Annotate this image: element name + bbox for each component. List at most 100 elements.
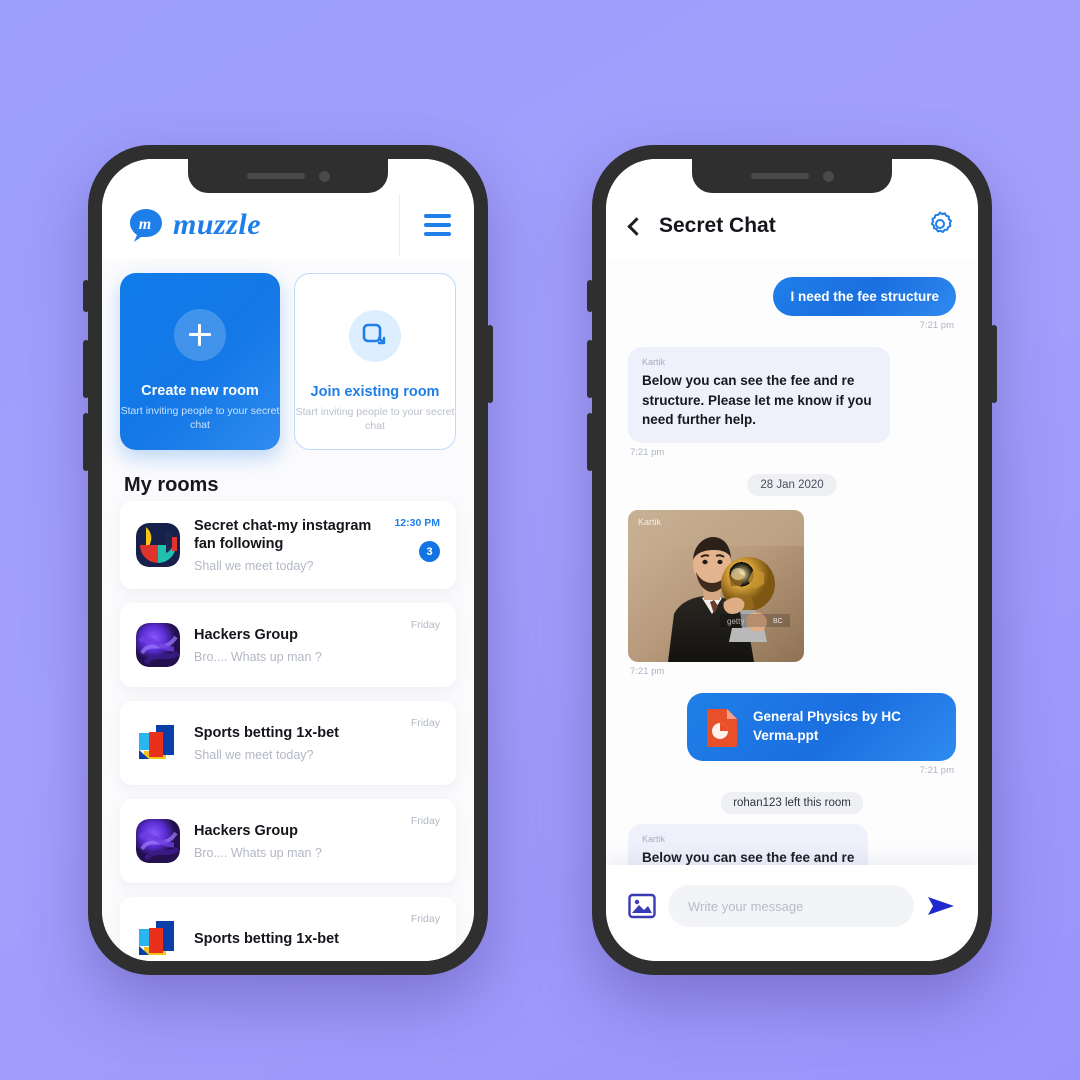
date-divider-label: 28 Jan 2020: [747, 473, 837, 496]
phone-right-mute-button[interactable]: [587, 280, 593, 312]
room-meta: Friday: [411, 913, 440, 925]
left-screen: m muzzle Create new room Start inviting …: [102, 159, 474, 961]
room-list-item[interactable]: Hackers Group Bro.... Whats up man ? Fri…: [120, 799, 456, 884]
avatar-geometric-multicolor: [136, 523, 180, 568]
phone-left-power-button[interactable]: [487, 325, 493, 403]
avatar-purple-swirl: [136, 623, 180, 668]
message-sender: Kartik: [642, 357, 666, 367]
man-holding-golden-trophy[interactable]: Kartik getty BC: [628, 509, 804, 662]
message-sender: Kartik: [638, 516, 662, 527]
room-meta: Friday: [411, 717, 440, 729]
room-item-content: Secret chat-my instagram fan following S…: [194, 517, 380, 573]
right-screen: Secret Chat I need the fee structure 7:2…: [606, 159, 978, 961]
message-timestamp: 7:21 pm: [630, 446, 665, 458]
room-item-content: Sports betting 1x-bet: [194, 930, 397, 948]
powerpoint-file-icon: [705, 707, 739, 747]
file-attachment[interactable]: General Physics by HC Verma.ppt: [687, 692, 956, 761]
muzzle-speech-bubble-logo: m: [128, 207, 164, 243]
svg-text:m: m: [139, 216, 151, 233]
create-new-room-card[interactable]: Create new room Start inviting people to…: [120, 273, 280, 450]
message-bubble[interactable]: I need the fee structure: [773, 277, 956, 316]
avatar-purple-swirl: [136, 819, 180, 864]
gear-icon[interactable]: [926, 210, 954, 243]
rooms-screen-body: Create new room Start inviting people to…: [102, 259, 474, 961]
phone-left-volume-down-button[interactable]: [83, 413, 89, 471]
message-sender: Kartik: [642, 833, 666, 844]
message-timestamp: 7:21 pm: [919, 764, 954, 776]
page-title: My rooms: [124, 474, 219, 496]
phone-right-volume-up-button[interactable]: [587, 340, 593, 398]
front-camera-icon: [318, 170, 330, 182]
room-item-content: Hackers Group Bro.... Whats up man ?: [194, 822, 397, 860]
join-room-title: Join existing room: [310, 384, 440, 400]
room-last-message: Bro.... Whats up man ?: [194, 846, 322, 861]
back-chevron-icon[interactable]: [627, 216, 646, 236]
room-list-item[interactable]: Sports betting 1x-bet Friday: [120, 897, 456, 961]
room-name: Secret chat-my instagram fan following: [194, 518, 372, 553]
send-arrow-icon[interactable]: [926, 893, 956, 919]
room-meta: Friday: [411, 619, 440, 631]
front-camera-icon: [822, 170, 834, 182]
message-text: Below you can see the fee and re structu…: [642, 373, 872, 428]
phone-left-notch: [188, 159, 388, 193]
room-item-content: Sports betting 1x-bet Shall we meet toda…: [194, 724, 397, 762]
app-logo-text: muzzle: [173, 208, 262, 241]
room-timestamp: Friday: [410, 913, 440, 926]
file-name: General Physics by HC Verma.ppt: [753, 709, 901, 743]
earpiece-speaker: [246, 173, 305, 179]
app-logo: m muzzle: [102, 207, 399, 243]
create-room-subtitle: Start inviting people to your secret cha…: [120, 405, 280, 432]
create-room-title: Create new room: [141, 383, 259, 399]
svg-text:BC: BC: [773, 618, 783, 625]
room-name: Hackers Group: [194, 823, 298, 840]
message-input-placeholder: Write your message: [688, 898, 804, 914]
image-attach-icon[interactable]: [628, 893, 656, 919]
chat-message-outgoing: I need the fee structure 7:21 pm: [628, 277, 956, 341]
room-list-item[interactable]: Secret chat-my instagram fan following S…: [120, 501, 456, 590]
unread-badge: 3: [419, 541, 440, 562]
room-meta: Friday: [411, 815, 440, 827]
message-bubble[interactable]: Kartik Below you can see the fee and re …: [628, 347, 891, 443]
date-divider: 28 Jan 2020: [628, 473, 956, 496]
room-timestamp: Friday: [410, 717, 440, 730]
message-input[interactable]: Write your message: [668, 885, 914, 927]
system-message-label: rohan123 left this room: [721, 791, 863, 814]
chat-message-incoming: Kartik Below you can see the fee and re …: [628, 347, 956, 468]
avatar-blue-red-blocks: [136, 721, 180, 766]
chat-title: Secret Chat: [659, 214, 776, 237]
message-composer: Write your message: [606, 865, 978, 961]
room-last-message: Shall we meet today?: [194, 748, 314, 763]
message-timestamp: 7:21 pm: [630, 665, 665, 677]
room-timestamp: Friday: [410, 815, 440, 828]
plus-icon: [174, 309, 226, 361]
room-name: Sports betting 1x-bet: [194, 725, 340, 742]
room-last-message: Shall we meet today?: [194, 559, 314, 574]
room-meta: 12:30 PM 3: [394, 517, 440, 562]
svg-text:getty: getty: [727, 617, 744, 626]
phone-right-volume-down-button[interactable]: [587, 413, 593, 471]
room-last-message: Bro.... Whats up man ?: [194, 650, 322, 665]
chat-message-list[interactable]: I need the fee structure 7:21 pm Kartik …: [606, 259, 978, 907]
hamburger-menu-icon[interactable]: [400, 214, 474, 236]
join-room-icon: [349, 310, 401, 362]
room-timestamp: 12:30 PM: [394, 517, 440, 529]
room-timestamp: Friday: [410, 619, 440, 632]
chat-message-file: General Physics by HC Verma.ppt 7:21 pm: [628, 692, 956, 786]
join-existing-room-card[interactable]: Join existing room Start inviting people…: [294, 273, 456, 450]
phone-right-notch: [692, 159, 892, 193]
system-message: rohan123 left this room: [628, 791, 956, 814]
chat-message-photo: Kartik getty BC 7:21 pm: [628, 509, 956, 687]
join-room-subtitle: Start inviting people to your secret cha…: [295, 406, 455, 433]
phone-right-power-button[interactable]: [991, 325, 997, 403]
phone-left-mute-button[interactable]: [83, 280, 89, 312]
earpiece-speaker: [750, 173, 809, 179]
room-item-content: Hackers Group Bro.... Whats up man ?: [194, 626, 397, 664]
message-timestamp: 7:21 pm: [919, 320, 954, 331]
action-cards: Create new room Start inviting people to…: [102, 259, 474, 456]
phone-left-volume-up-button[interactable]: [83, 340, 89, 398]
room-list-item[interactable]: Hackers Group Bro.... Whats up man ? Fri…: [120, 603, 456, 688]
phone-right: Secret Chat I need the fee structure 7:2…: [587, 145, 997, 975]
room-list-item[interactable]: Sports betting 1x-bet Shall we meet toda…: [120, 701, 456, 786]
room-name: Hackers Group: [194, 627, 298, 644]
phone-left: m muzzle Create new room Start inviting …: [83, 145, 493, 975]
